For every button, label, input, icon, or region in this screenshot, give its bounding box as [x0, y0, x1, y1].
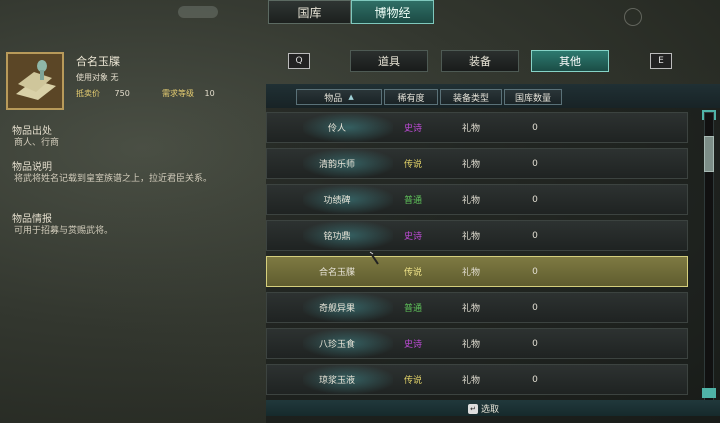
sort-arrow-icon: ▲	[348, 93, 354, 101]
row-type: 礼物	[461, 268, 480, 278]
row-rarity: 普通	[403, 196, 422, 206]
level-row: 需求等级 10	[162, 88, 215, 99]
row-name: 八珍玉食	[318, 340, 355, 350]
tab-bowujing[interactable]: 博物经	[351, 0, 434, 24]
use-target-value: 无	[110, 73, 119, 82]
col-header-item[interactable]: 物品 ▲	[296, 89, 382, 105]
row-rarity: 普通	[403, 304, 422, 314]
row-rarity: 史诗	[403, 232, 422, 242]
tab-guoku[interactable]: 国库	[268, 0, 351, 24]
info-title: 物品情报	[12, 214, 52, 225]
desc-title: 物品说明	[12, 162, 52, 173]
row-type: 礼物	[461, 340, 480, 350]
col-header-qty[interactable]: 国库数量	[504, 89, 562, 105]
select-hint-label: 选取	[481, 405, 500, 415]
e-key-label: E	[658, 56, 664, 66]
use-target-label: 使用对象	[76, 73, 108, 82]
row-qty: 0	[532, 230, 538, 241]
row-rarity: 传说	[403, 376, 422, 386]
row-qty: 0	[532, 158, 538, 169]
tab-daoju[interactable]: 道具	[350, 50, 428, 72]
price-value: 750	[114, 89, 130, 98]
col-header-item-label: 物品	[324, 93, 343, 104]
tab-zhuangbei[interactable]: 装备	[441, 50, 519, 72]
row-type: 礼物	[461, 124, 480, 134]
table-row-selected[interactable]: 合名玉牒 传说 礼物 0	[266, 251, 688, 287]
info-text: 可用于招募与赏赐武将。	[14, 226, 114, 236]
scroll-down-arrow-icon[interactable]	[702, 388, 716, 398]
row-name: 琼浆玉液	[318, 376, 355, 386]
row-qty: 0	[532, 194, 538, 205]
scrollbar-thumb[interactable]	[704, 136, 714, 172]
jade-scroll-icon	[8, 54, 62, 108]
select-hint[interactable]: ↵ 选取	[468, 402, 499, 415]
row-qty: 0	[532, 266, 538, 277]
row-type: 礼物	[461, 376, 480, 386]
desc-text: 将武将姓名记载到皇室族谱之上，拉近君臣关系。	[14, 174, 213, 184]
row-rarity: 传说	[403, 268, 422, 278]
next-category-button[interactable]: E	[650, 53, 672, 69]
table-row[interactable]: 清韵乐师 传说 礼物 0	[266, 148, 688, 179]
col-header-rarity[interactable]: 稀有度	[384, 89, 438, 105]
row-name: 合名玉牒	[318, 268, 355, 278]
q-key-label: Q	[295, 56, 303, 66]
row-name: 奇舰异果	[318, 304, 355, 314]
row-rarity: 史诗	[403, 340, 422, 350]
row-rarity: 史诗	[403, 124, 422, 134]
col-header-equip-type[interactable]: 装备类型	[440, 89, 502, 105]
brush-cursor-icon	[369, 251, 379, 265]
faded-indicator	[178, 6, 218, 18]
tab-qita[interactable]: 其他	[531, 50, 609, 72]
row-qty: 0	[532, 374, 538, 385]
enter-key-icon: ↵	[468, 403, 478, 414]
table-row[interactable]: 八珍玉食 史诗 礼物 0	[266, 328, 688, 359]
origin-text: 商人、行商	[14, 138, 60, 148]
table-row[interactable]: 琼浆玉液 传说 礼物 0	[266, 364, 688, 395]
row-qty: 0	[532, 302, 538, 313]
top-tab-bar: 国库 博物经	[268, 0, 434, 26]
item-name: 合名玉牒	[76, 55, 120, 68]
table-row[interactable]: 伶人 史诗 礼物 0	[266, 112, 688, 143]
row-rarity: 传说	[403, 160, 422, 170]
row-type: 礼物	[461, 304, 480, 314]
prev-category-button[interactable]: Q	[288, 53, 310, 69]
level-label: 需求等级	[162, 89, 194, 98]
price-label: 抵卖价	[76, 89, 100, 98]
row-type: 礼物	[461, 196, 480, 206]
table-row[interactable]: 奇舰异果 普通 礼物 0	[266, 292, 688, 323]
row-name: 清韵乐师	[318, 160, 355, 170]
item-icon	[6, 52, 64, 110]
row-type: 礼物	[461, 232, 480, 242]
row-name: 功绩碑	[323, 196, 351, 206]
level-value: 10	[204, 89, 215, 98]
use-target-row: 使用对象 无	[76, 72, 119, 83]
price-row: 抵卖价 750	[76, 88, 130, 99]
row-qty: 0	[532, 122, 538, 133]
faded-circle-icon	[624, 8, 642, 26]
origin-title: 物品出处	[12, 126, 52, 137]
row-name: 伶人	[327, 124, 346, 134]
table-row[interactable]: 铭功鼎 史诗 礼物 0	[266, 220, 688, 251]
row-name: 铭功鼎	[323, 232, 351, 242]
table-row[interactable]: 功绩碑 普通 礼物 0	[266, 184, 688, 215]
row-qty: 0	[532, 338, 538, 349]
row-type: 礼物	[461, 160, 480, 170]
